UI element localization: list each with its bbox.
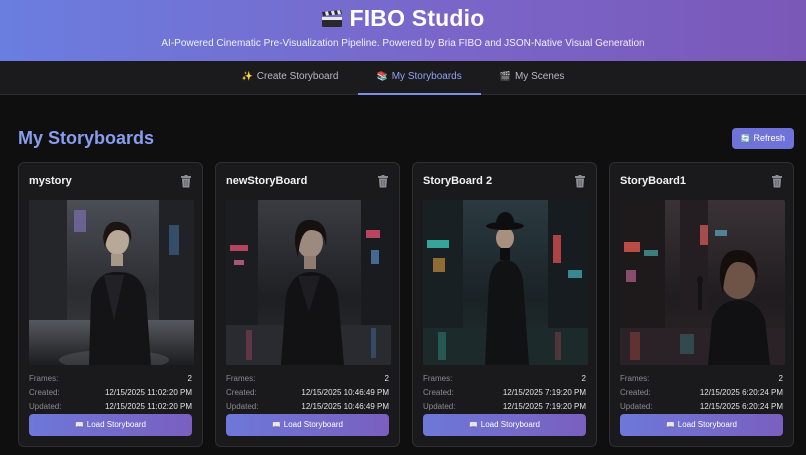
updated-value: 12/15/2025 10:46:49 PM [301, 402, 389, 411]
storyboard-thumbnail[interactable] [29, 200, 194, 365]
trash-icon[interactable] [771, 174, 783, 188]
open-book-icon: 📖 [272, 422, 281, 429]
updated-label: Updated: [226, 402, 259, 411]
tab-bar: ✨ Create Storyboard 📚 My Storyboards 🎬 My S… [0, 61, 806, 95]
storyboard-name: StoryBoard 2 [423, 175, 493, 187]
page-title: My Storyboards [18, 127, 155, 148]
load-storyboard-button[interactable]: 📖 Load Storyboard [226, 414, 389, 436]
open-book-icon: 📖 [666, 422, 675, 429]
created-label: Created: [226, 388, 257, 397]
frames-label: Frames: [423, 374, 453, 383]
updated-value: 12/15/2025 7:19:20 PM [502, 402, 586, 411]
app-header: FIBO Studio AI-Powered Cinematic Pre-Vis… [0, 0, 806, 61]
app-title-text: FIBO Studio [349, 5, 485, 31]
storyboard-card: mystory Frames: 2 Created: 12/15/2025 11… [18, 162, 203, 447]
refresh-icon: 🔄 [740, 133, 751, 143]
tab-my-storyboards[interactable]: 📚 My Storyboards [357, 61, 482, 95]
updated-label: Updated: [620, 402, 653, 411]
refresh-label: Refresh [753, 132, 785, 143]
main-content: My Storyboards 🔄 Refresh mystory Frames:… [0, 95, 806, 447]
storyboard-card: StoryBoard1 Frames: 2 Created: 12/15/202… [609, 162, 794, 447]
clapperboard-icon: 🎬 [499, 71, 511, 81]
storyboard-thumbnail[interactable] [226, 200, 391, 365]
storyboard-grid: mystory Frames: 2 Created: 12/15/2025 11… [18, 162, 794, 447]
updated-value: 12/15/2025 6:20:24 PM [699, 402, 783, 411]
open-book-icon: 📖 [75, 422, 84, 429]
frames-value: 2 [384, 374, 389, 383]
load-storyboard-button[interactable]: 📖 Load Storyboard [29, 414, 192, 436]
load-label: Load Storyboard [283, 420, 343, 429]
tab-label: My Scenes [514, 71, 565, 82]
frames-value: 2 [581, 374, 586, 383]
tab-my-scenes[interactable]: 🎬 My Scenes [481, 61, 584, 95]
created-value: 12/15/2025 7:19:20 PM [502, 388, 586, 397]
frames-label: Frames: [620, 374, 650, 383]
tab-label: My Storyboards [391, 71, 462, 82]
tab-create-storyboard[interactable]: ✨ Create Storyboard [223, 61, 358, 95]
storyboard-name: newStoryBoard [226, 175, 308, 187]
trash-icon[interactable] [377, 174, 389, 188]
frames-label: Frames: [226, 374, 256, 383]
load-label: Load Storyboard [86, 420, 146, 429]
storyboard-card: newStoryBoard Frames: 2 Created: 12/15/2… [215, 162, 400, 447]
created-label: Created: [29, 388, 60, 397]
updated-label: Updated: [29, 402, 62, 411]
created-label: Created: [620, 388, 651, 397]
sparkles-icon: ✨ [241, 71, 253, 81]
books-icon: 📚 [376, 71, 388, 81]
storyboard-card: StoryBoard 2 Frames: 2 Created: 12/15/20… [412, 162, 597, 447]
open-book-icon: 📖 [469, 422, 478, 429]
frames-value: 2 [187, 374, 192, 383]
trash-icon[interactable] [180, 174, 192, 188]
created-label: Created: [423, 388, 454, 397]
refresh-button[interactable]: 🔄 Refresh [731, 127, 794, 149]
load-label: Load Storyboard [677, 420, 737, 429]
tab-label: Create Storyboard [256, 71, 339, 82]
trash-icon[interactable] [574, 174, 586, 188]
frames-value: 2 [778, 374, 783, 383]
storyboard-name: StoryBoard1 [620, 175, 687, 187]
storyboard-thumbnail[interactable] [620, 200, 785, 365]
frames-label: Frames: [29, 374, 59, 383]
page-header: My Storyboards 🔄 Refresh [18, 95, 794, 163]
storyboard-name: mystory [29, 175, 72, 187]
clapperboard-icon [322, 10, 343, 27]
load-storyboard-button[interactable]: 📖 Load Storyboard [423, 414, 586, 436]
load-label: Load Storyboard [480, 420, 540, 429]
created-value: 12/15/2025 10:46:49 PM [301, 388, 389, 397]
app-subtitle: AI-Powered Cinematic Pre-Visualization P… [161, 38, 645, 49]
created-value: 12/15/2025 11:02:20 PM [104, 388, 192, 397]
load-storyboard-button[interactable]: 📖 Load Storyboard [620, 414, 783, 436]
storyboard-thumbnail[interactable] [423, 200, 588, 365]
updated-label: Updated: [423, 402, 456, 411]
created-value: 12/15/2025 6:20:24 PM [699, 388, 783, 397]
updated-value: 12/15/2025 11:02:20 PM [104, 402, 192, 411]
app-title: FIBO Studio [0, 0, 806, 32]
